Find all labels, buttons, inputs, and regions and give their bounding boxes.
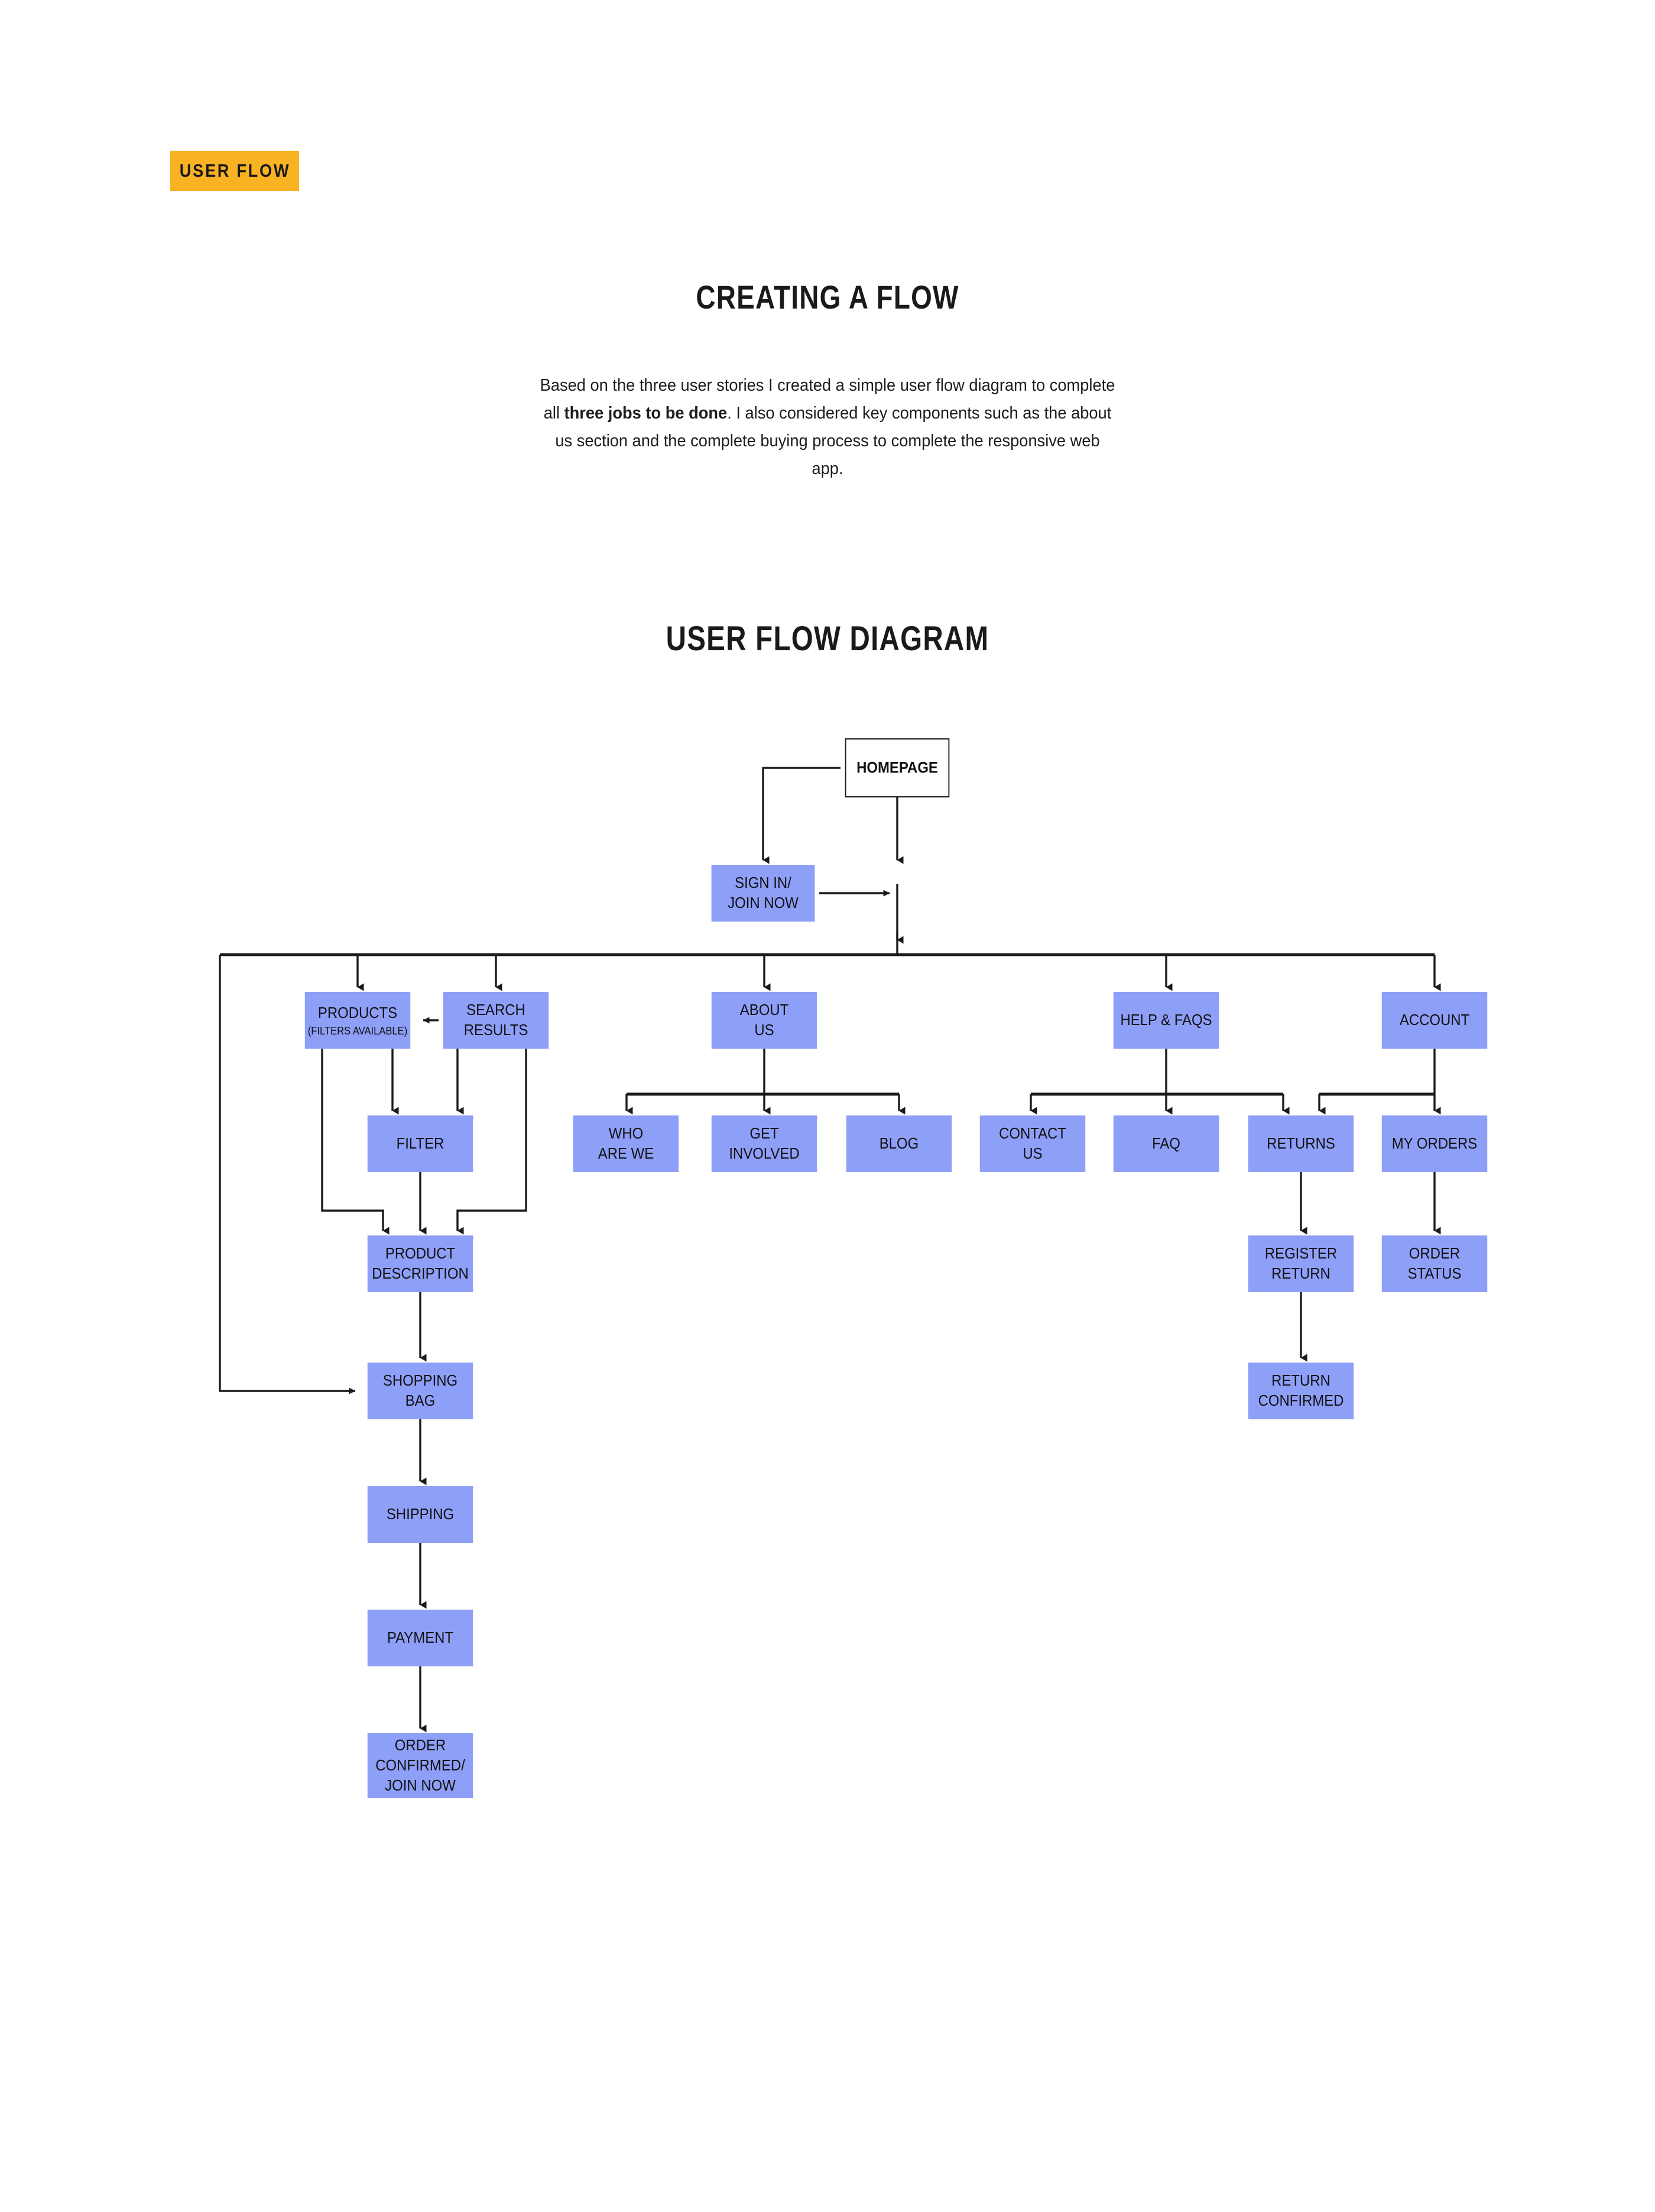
flow-node-products[interactable]: PRODUCTS (FILTERS AVAILABLE) (304, 992, 411, 1049)
flow-node-search-results[interactable]: SEARCH RESULTS (443, 992, 549, 1049)
flow-node-product-description[interactable]: PRODUCT DESCRIPTION (367, 1235, 473, 1292)
flow-node-label: SHOPPING BAG (382, 1371, 458, 1409)
flow-node-order-status[interactable]: ORDER STATUS (1381, 1235, 1488, 1292)
flow-node-label: SIGN IN/ JOIN NOW (728, 874, 799, 912)
flow-node-label: MY ORDERS (1391, 1134, 1478, 1153)
flow-node-payment[interactable]: PAYMENT (367, 1610, 473, 1666)
flow-node-label: HELP & FAQS (1120, 1011, 1212, 1029)
flow-node-blog[interactable]: BLOG (846, 1115, 952, 1172)
flow-node-label: ACCOUNT (1399, 1011, 1470, 1029)
flow-node-register-return[interactable]: REGISTER RETURN (1248, 1235, 1354, 1292)
flow-node-about-us[interactable]: ABOUT US (711, 992, 817, 1049)
flow-node-help-and-faqs[interactable]: HELP & FAQS (1113, 992, 1219, 1049)
flow-node-label: PAYMENT (387, 1629, 454, 1647)
user-flow-diagram: HOMEPAGE SIGN IN/ JOIN NOW PRODUCTS (FILTER… (0, 0, 1655, 2212)
flow-node-label: FILTER (396, 1134, 444, 1153)
flow-node-label: SHIPPING (386, 1505, 455, 1523)
flow-node-homepage[interactable]: HOMEPAGE (845, 738, 950, 797)
flow-node-faq[interactable]: FAQ (1113, 1115, 1219, 1172)
flow-node-return-confirmed[interactable]: RETURN CONFIRMED (1248, 1363, 1354, 1419)
flow-node-label: RETURN CONFIRMED (1258, 1371, 1344, 1409)
flow-node-label: ABOUT US (739, 1001, 789, 1039)
flow-node-label: REGISTER RETURN (1264, 1244, 1338, 1282)
flow-node-my-orders[interactable]: MY ORDERS (1381, 1115, 1488, 1172)
flow-node-label: FAQ (1152, 1134, 1180, 1153)
flow-node-label: HOMEPAGE (856, 758, 938, 777)
flow-node-label: SEARCH RESULTS (463, 1001, 528, 1039)
flow-node-shopping-bag[interactable]: SHOPPING BAG (367, 1363, 473, 1419)
flow-connector-layer (219, 767, 1441, 1733)
flow-node-contact-us[interactable]: CONTACT US (979, 1115, 1086, 1172)
flow-node-who-are-we[interactable]: WHO ARE WE (573, 1115, 679, 1172)
flow-node-label: PRODUCTS (317, 1003, 398, 1021)
flow-node-shipping[interactable]: SHIPPING (367, 1486, 473, 1543)
flow-node-order-confirmed[interactable]: ORDER CONFIRMED/ JOIN NOW (367, 1733, 473, 1798)
flow-node-label: GET INVOLVED (729, 1124, 800, 1162)
flow-node-get-involved[interactable]: GET INVOLVED (711, 1115, 817, 1172)
flow-node-filter[interactable]: FILTER (367, 1115, 473, 1172)
flow-node-label: WHO ARE WE (598, 1124, 654, 1162)
flow-node-label: ORDER CONFIRMED/ JOIN NOW (375, 1736, 465, 1794)
flow-node-label: ORDER STATUS (1407, 1244, 1462, 1282)
flow-node-returns[interactable]: RETURNS (1248, 1115, 1354, 1172)
flow-node-account[interactable]: ACCOUNT (1381, 992, 1488, 1049)
flow-node-label: RETURNS (1267, 1134, 1335, 1153)
flow-node-sign-in-join-now[interactable]: SIGN IN/ JOIN NOW (711, 865, 815, 922)
flow-node-label: BLOG (879, 1134, 919, 1153)
flow-node-label: PRODUCT DESCRIPTION (372, 1244, 469, 1282)
edge-homepage-to-sign-in (762, 767, 841, 864)
flow-node-label: CONTACT US (999, 1124, 1066, 1162)
flow-node-sublabel: (FILTERS AVAILABLE) (307, 1024, 408, 1037)
